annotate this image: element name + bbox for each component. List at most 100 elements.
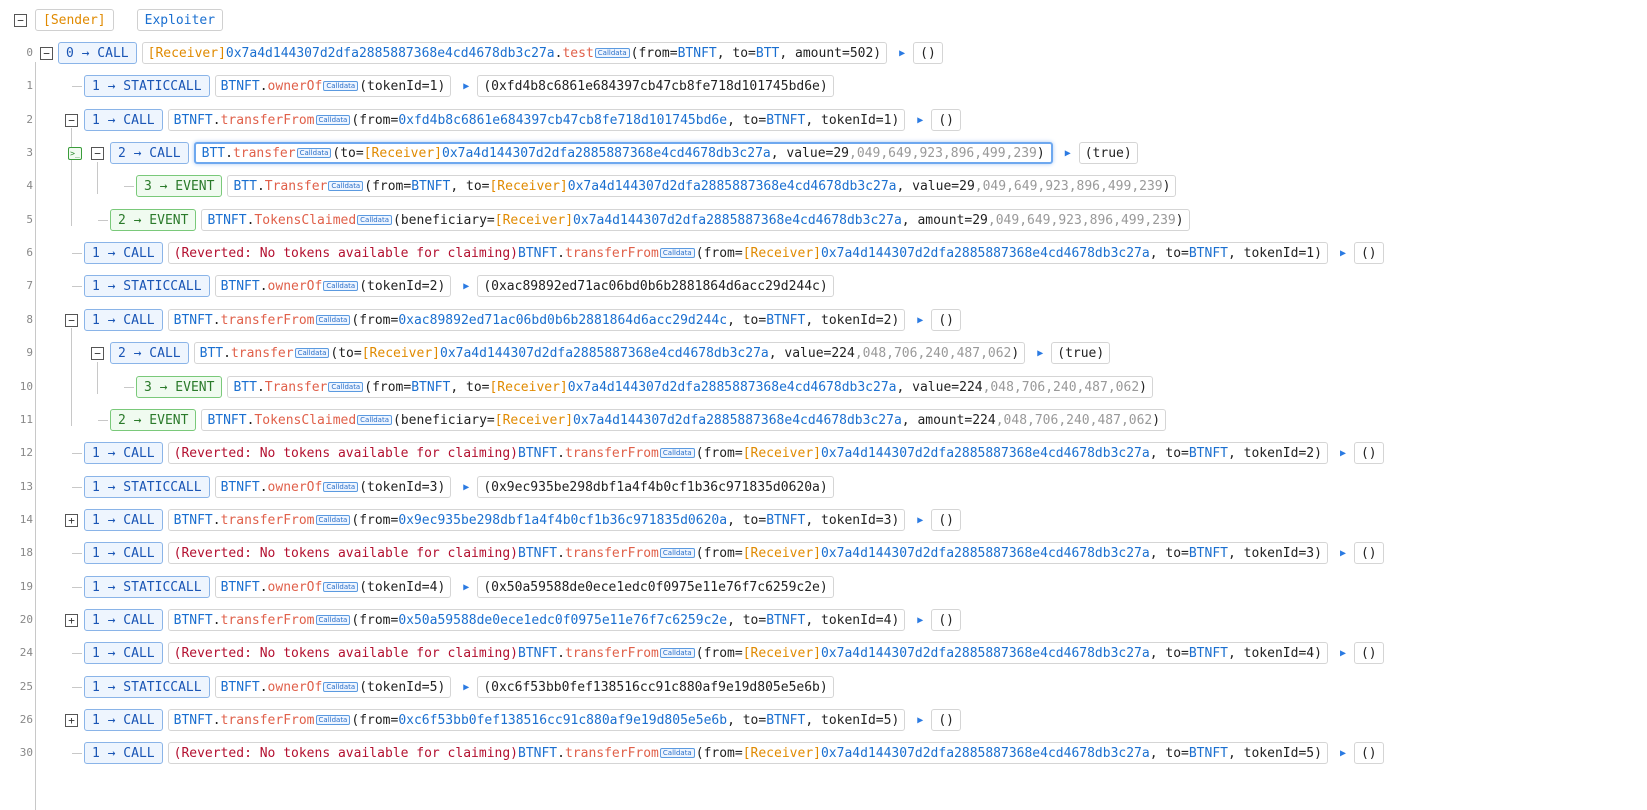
trace-row[interactable]: 0 → CALL [Receiver] 0x7a4d144307d2dfa2885… [58,40,943,66]
minus-square-icon[interactable]: − [65,314,78,327]
calldata-badge[interactable]: Calldata [659,648,695,658]
call-content[interactable]: (Reverted: No tokens available for claim… [167,442,1328,464]
calldata-badge[interactable]: Calldata [315,315,351,325]
calldata-badge[interactable]: Calldata [294,348,330,358]
call-type-badge[interactable]: 2 → CALL [110,142,189,164]
return-value[interactable]: (true) [1078,142,1138,164]
return-value[interactable]: (0xac89892ed71ac06bd0b6b2881864d6acc29d2… [477,275,834,297]
plus-square-icon[interactable]: + [65,514,78,527]
call-content[interactable]: BTNFT. transferFrom Calldata (from=0x50a595… [167,609,906,631]
return-value[interactable]: () [1353,742,1384,764]
triangle-right-icon[interactable]: ▶ [463,482,469,493]
calldata-badge[interactable]: Calldata [328,181,364,191]
minus-square-icon[interactable]: − [40,47,53,60]
call-type-badge[interactable]: 1 → CALL [84,442,163,464]
return-value[interactable]: () [1353,242,1384,264]
terminal-icon[interactable]: >_ [68,147,82,160]
trace-row[interactable]: 1 → STATICCALL BTNFT. ownerOf Calldata (toke… [84,73,834,99]
plus-square-icon[interactable]: + [65,614,78,627]
return-value[interactable]: () [931,309,961,331]
return-value[interactable]: () [931,509,961,531]
call-type-badge[interactable]: 3 → EVENT [136,376,223,398]
trace-row[interactable]: 1 → CALL (Reverted: No tokens available f… [84,440,1384,466]
trace-row[interactable]: 1 → CALL (Reverted: No tokens available f… [84,540,1384,566]
triangle-right-icon[interactable]: ▶ [1340,648,1346,659]
exploiter-tag[interactable]: Exploiter [136,9,224,31]
triangle-right-icon[interactable]: ▶ [899,48,905,59]
trace-row[interactable]: 1 → CALL BTNFT. transferFrom Calldata (from=… [84,707,961,733]
call-content[interactable]: BTNFT. transferFrom Calldata (from=0xfd4b8c… [167,109,906,131]
calldata-badge[interactable]: Calldata [323,682,359,692]
call-content[interactable]: BTNFT. transferFrom Calldata (from=0xac8989… [167,309,906,331]
calldata-badge[interactable]: Calldata [659,748,695,758]
call-type-badge[interactable]: 1 → STATICCALL [84,576,210,598]
call-type-badge[interactable]: 2 → CALL [110,342,189,364]
call-type-badge[interactable]: 1 → STATICCALL [84,676,210,698]
call-content[interactable]: BTT. transfer Calldata (to=[Receiver]0x7a4d… [193,342,1026,364]
call-content[interactable]: BTNFT. ownerOf Calldata (tokenId=5) [214,676,452,698]
return-value[interactable]: () [1353,542,1384,564]
triangle-right-icon[interactable]: ▶ [1037,348,1043,359]
trace-row[interactable]: 3 → EVENT BTT. Transfer Calldata (from=BTNFT… [136,374,1153,400]
trace-row[interactable]: 1 → STATICCALL BTNFT. ownerOf Calldata (toke… [84,474,834,500]
call-content[interactable]: (Reverted: No tokens available for claim… [167,742,1328,764]
return-value[interactable]: (true) [1051,342,1111,364]
return-value[interactable]: () [931,709,961,731]
minus-square-icon[interactable]: − [65,114,78,127]
trace-row[interactable]: 1 → CALL BTNFT. transferFrom Calldata (from=… [84,607,961,633]
trace-row[interactable]: 1 → CALL (Reverted: No tokens available f… [84,240,1384,266]
call-content[interactable]: BTNFT. TokensClaimed Calldata (beneficiary=… [201,209,1190,231]
triangle-right-icon[interactable]: ▶ [917,315,923,326]
calldata-badge[interactable]: Calldata [328,382,364,392]
call-type-badge[interactable]: 1 → CALL [84,309,163,331]
call-type-badge[interactable]: 2 → EVENT [110,209,197,231]
call-type-badge[interactable]: 1 → CALL [84,109,163,131]
calldata-badge[interactable]: Calldata [323,81,359,91]
calldata-badge[interactable]: Calldata [315,115,351,125]
calldata-badge[interactable]: Calldata [315,715,351,725]
call-type-badge[interactable]: 3 → EVENT [136,175,223,197]
sender-tag[interactable]: [Sender] [35,9,114,31]
triangle-right-icon[interactable]: ▶ [463,281,469,292]
call-content[interactable]: BTNFT. transferFrom Calldata (from=0x9ec935… [167,509,906,531]
call-type-badge[interactable]: 1 → CALL [84,742,163,764]
calldata-badge[interactable]: Calldata [659,448,695,458]
triangle-right-icon[interactable]: ▶ [1340,748,1346,759]
call-type-badge[interactable]: 0 → CALL [58,42,137,64]
call-type-badge[interactable]: 1 → CALL [84,642,163,664]
call-content[interactable]: (Reverted: No tokens available for claim… [167,542,1328,564]
triangle-right-icon[interactable]: ▶ [917,615,923,626]
minus-square-icon[interactable]: − [91,347,104,360]
triangle-right-icon[interactable]: ▶ [917,715,923,726]
return-value[interactable]: () [931,109,961,131]
call-content[interactable]: BTT. Transfer Calldata (from=BTNFT, to=[Rec… [227,175,1177,197]
triangle-right-icon[interactable]: ▶ [463,81,469,92]
triangle-right-icon[interactable]: ▶ [1340,448,1346,459]
triangle-right-icon[interactable]: ▶ [463,682,469,693]
minus-square-icon[interactable]: − [91,147,104,160]
calldata-badge[interactable]: Calldata [659,248,695,258]
return-value[interactable]: (0x50a59588de0ece1edc0f0975e11e76f7c6259… [477,576,834,598]
trace-row[interactable]: 2 → EVENT BTNFT. TokensClaimed Calldata (ben… [110,407,1167,433]
calldata-badge[interactable]: Calldata [315,615,351,625]
triangle-right-icon[interactable]: ▶ [917,115,923,126]
trace-row[interactable]: 1 → CALL (Reverted: No tokens available f… [84,640,1384,666]
return-value[interactable]: () [1353,442,1384,464]
trace-row[interactable]: 1 → CALL BTNFT. transferFrom Calldata (from=… [84,107,961,133]
trace-row[interactable]: 3 → EVENT BTT. Transfer Calldata (from=BTNFT… [136,173,1177,199]
return-value[interactable]: (0x9ec935be298dbf1a4f4b0cf1b36c971835d06… [477,476,834,498]
call-content[interactable]: BTNFT. ownerOf Calldata (tokenId=3) [214,476,452,498]
calldata-badge[interactable]: Calldata [323,582,359,592]
trace-row[interactable]: 1 → CALL BTNFT. transferFrom Calldata (from=… [84,507,961,533]
call-content[interactable]: [Receiver] 0x7a4d144307d2dfa2885887368e4… [141,42,888,64]
call-type-badge[interactable]: 1 → CALL [84,709,163,731]
call-content[interactable]: BTT. transfer Calldata (to=[Receiver]0x7a4d… [193,142,1053,164]
call-type-badge[interactable]: 1 → CALL [84,242,163,264]
trace-row[interactable]: 2 → CALL BTT. transfer Calldata (to=[Receive… [110,340,1111,366]
plus-square-icon[interactable]: + [65,714,78,727]
call-type-badge[interactable]: 1 → CALL [84,509,163,531]
calldata-badge[interactable]: Calldata [315,515,351,525]
triangle-right-icon[interactable]: ▶ [1340,548,1346,559]
call-content[interactable]: BTNFT. ownerOf Calldata (tokenId=1) [214,75,452,97]
minus-square-icon[interactable]: − [14,13,27,27]
